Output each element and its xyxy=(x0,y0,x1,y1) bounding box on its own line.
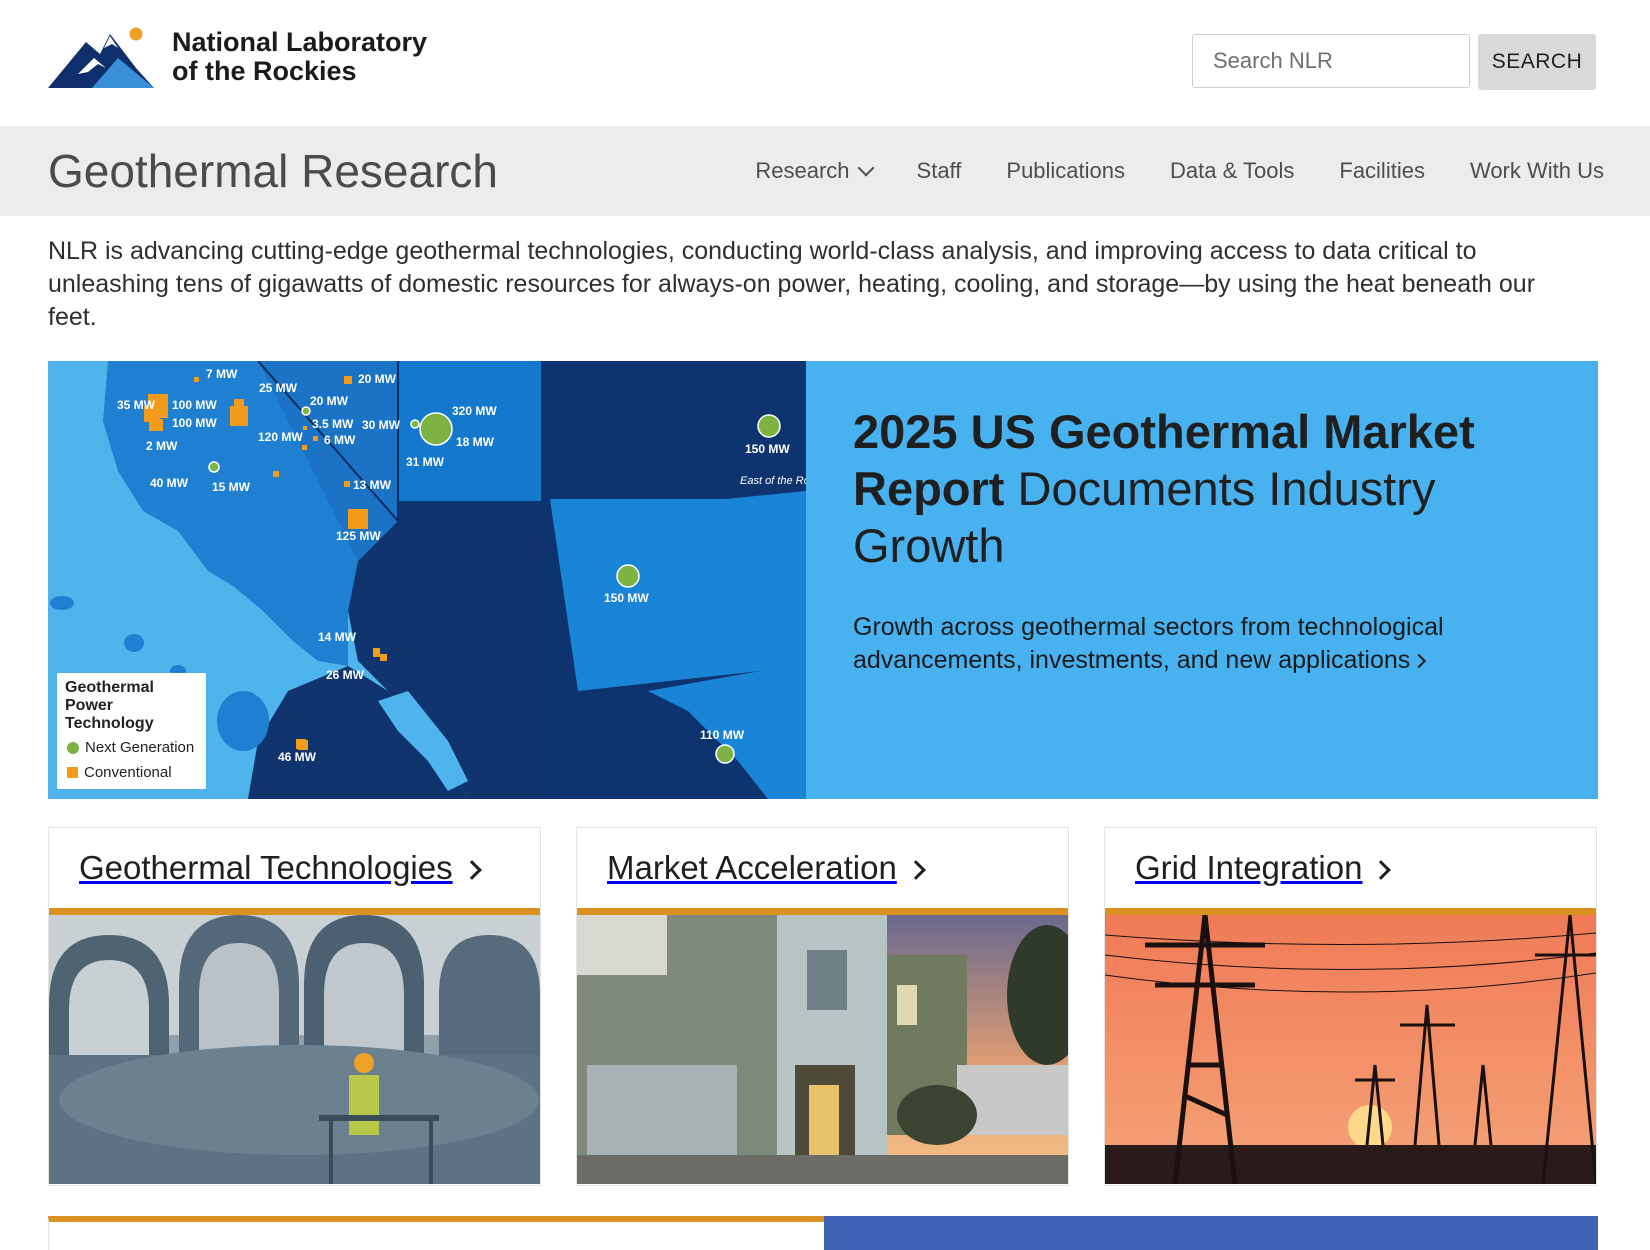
card-title: Market Acceleration xyxy=(577,828,1068,908)
chevron-right-icon xyxy=(1371,860,1392,880)
geothermal-pipes-image xyxy=(49,915,540,1184)
logo-text: National Laboratory of the Rockies xyxy=(172,28,427,86)
hero-text-panel: 2025 US Geothermal Market Report Documen… xyxy=(806,361,1598,799)
card-accent-bar xyxy=(49,908,540,915)
chevron-right-icon xyxy=(461,860,482,880)
map-label: 100 MW xyxy=(172,398,217,412)
card-market-acceleration[interactable]: Market Acceleration xyxy=(576,827,1069,1186)
search-form: SEARCH xyxy=(1192,34,1596,90)
map-label: 18 MW xyxy=(456,435,495,449)
map-label: East of the Rockies xyxy=(740,475,806,487)
intro-paragraph: NLR is advancing cutting-edge geothermal… xyxy=(48,237,1536,331)
map-label: 100 MW xyxy=(172,416,217,430)
hero-description-text: Growth across geothermal sectors from te… xyxy=(853,613,1444,674)
legend-title: Geothermal Power Technology xyxy=(65,679,154,732)
map-label: 2 MW xyxy=(146,439,178,453)
map-label: 110 MW xyxy=(700,728,745,742)
chevron-down-icon xyxy=(857,159,875,177)
map-label: 150 MW xyxy=(745,442,790,456)
map-label: 25 MW xyxy=(259,381,298,395)
nav-staff[interactable]: Staff xyxy=(917,158,962,184)
nav-publications[interactable]: Publications xyxy=(1006,158,1125,184)
map-legend: Geothermal Power Technology Next Generat… xyxy=(57,673,206,789)
map-label: 30 MW xyxy=(362,418,401,432)
card-title: Geothermal Technologies xyxy=(49,828,540,908)
bottom-card-right-image xyxy=(824,1216,1598,1250)
site-header: National Laboratory of the Rockies SEARC… xyxy=(0,0,1650,126)
map-label: 20 MW xyxy=(358,372,397,386)
site-logo[interactable]: National Laboratory of the Rockies xyxy=(48,24,427,90)
nav-data-tools[interactable]: Data & Tools xyxy=(1170,158,1294,184)
legend-next-generation: Next Generation xyxy=(67,739,194,756)
card-title: Grid Integration xyxy=(1105,828,1596,908)
legend-conventional-label: Conventional xyxy=(84,764,172,781)
map-label: 46 MW xyxy=(278,750,317,764)
map-label: 125 MW xyxy=(336,529,381,543)
nav-research-label: Research xyxy=(755,158,850,183)
legend-next-label: Next Generation xyxy=(85,739,195,756)
card-title-text: Grid Integration xyxy=(1135,849,1363,886)
nav-work-with-us[interactable]: Work With Us xyxy=(1470,158,1604,184)
card-accent-bar xyxy=(1105,908,1596,915)
nav-facilities[interactable]: Facilities xyxy=(1339,158,1425,184)
chevron-right-icon xyxy=(905,860,926,880)
hero-feature[interactable]: 7 MW 25 MW 20 MW 20 MW 35 MW 100 MW 100 … xyxy=(48,361,1598,799)
map-label: 26 MW xyxy=(326,668,365,682)
map-label: 13 MW xyxy=(353,478,392,492)
mountain-logo-icon xyxy=(48,27,154,88)
map-label: 320 MW xyxy=(452,404,497,418)
card-title-text: Market Acceleration xyxy=(607,849,897,886)
hero-title[interactable]: 2025 US Geothermal Market Report Documen… xyxy=(853,403,1513,574)
map-label: 150 MW xyxy=(604,591,649,605)
map-label: 120 MW xyxy=(258,430,303,444)
house-dusk-image xyxy=(577,915,1068,1184)
map-label: 15 MW xyxy=(212,480,251,494)
geothermal-map: 7 MW 25 MW 20 MW 20 MW 35 MW 100 MW 100 … xyxy=(48,361,806,799)
section-title[interactable]: Geothermal Research xyxy=(48,144,498,198)
map-label: 20 MW xyxy=(310,394,349,408)
map-label: 3.5 MW xyxy=(312,417,354,431)
orange-square-icon xyxy=(67,767,78,778)
map-label: 31 MW xyxy=(406,455,445,469)
legend-conventional: Conventional xyxy=(67,764,172,781)
card-geothermal-technologies[interactable]: Geothermal Technologies xyxy=(48,827,541,1186)
map-label: 35 MW xyxy=(117,398,156,412)
search-button[interactable]: SEARCH xyxy=(1478,34,1596,90)
map-label: 7 MW xyxy=(206,367,238,381)
section-navbar: Geothermal Research Research Staff Publi… xyxy=(0,126,1650,216)
section-nav-links: Research Staff Publications Data & Tools… xyxy=(710,126,1604,216)
card-title-text: Geothermal Technologies xyxy=(79,849,453,886)
map-label: 40 MW xyxy=(150,476,189,490)
power-lines-sunset-image xyxy=(1105,915,1596,1184)
logo-line-2: of the Rockies xyxy=(172,56,357,86)
green-dot-icon xyxy=(67,741,79,754)
hero-description[interactable]: Growth across geothermal sectors from te… xyxy=(853,611,1493,677)
card-accent-bar xyxy=(577,908,1068,915)
card-grid-integration[interactable]: Grid Integration xyxy=(1104,827,1597,1186)
search-input[interactable] xyxy=(1192,34,1470,88)
bottom-card-left xyxy=(48,1216,824,1250)
chevron-right-icon xyxy=(1412,653,1427,669)
map-label: 14 MW xyxy=(318,630,357,644)
logo-line-1: National Laboratory xyxy=(172,27,428,57)
nav-research[interactable]: Research xyxy=(755,158,875,184)
map-label: 6 MW xyxy=(324,433,356,447)
